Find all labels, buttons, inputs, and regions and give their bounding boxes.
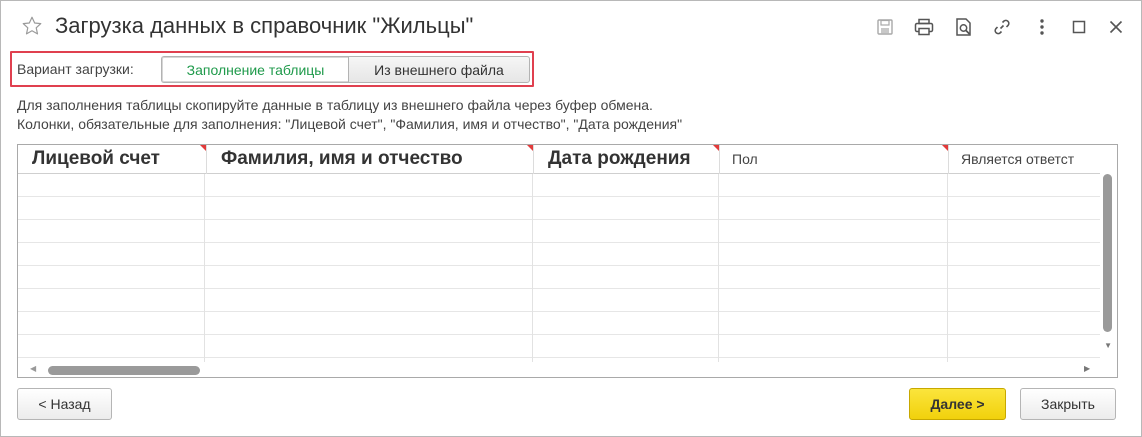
table-header: Лицевой счет Фамилия, имя и отчество Дат… xyxy=(18,145,1102,174)
variant-label: Вариант загрузки: xyxy=(17,61,134,77)
column-header-label: Лицевой счет xyxy=(32,148,160,169)
horizontal-scrollbar[interactable]: ◀ ▶ xyxy=(18,362,1117,377)
variant-option-external-file[interactable]: Из внешнего файла xyxy=(348,56,530,83)
back-button[interactable]: < Назад xyxy=(17,388,112,420)
vertical-scrollbar[interactable]: ▼ xyxy=(1100,145,1117,363)
save-icon[interactable] xyxy=(874,16,896,38)
column-header-label: Пол xyxy=(732,151,758,167)
scroll-left-arrow-icon[interactable]: ◀ xyxy=(30,364,36,373)
column-header-responsible[interactable]: Является ответст xyxy=(949,145,1102,174)
data-table[interactable]: Лицевой счет Фамилия, имя и отчество Дат… xyxy=(17,144,1118,378)
scroll-right-arrow-icon[interactable]: ▶ xyxy=(1084,364,1090,373)
more-icon[interactable] xyxy=(1031,16,1053,38)
table-row[interactable] xyxy=(18,243,1102,266)
scroll-down-arrow-icon[interactable]: ▼ xyxy=(1104,341,1112,350)
required-marker-icon xyxy=(527,145,533,151)
column-header-full-name[interactable]: Фамилия, имя и отчество xyxy=(207,145,534,174)
required-marker-icon xyxy=(200,145,206,151)
column-header-label: Фамилия, имя и отчество xyxy=(221,148,463,169)
column-header-label: Дата рождения xyxy=(548,148,691,169)
table-row[interactable] xyxy=(18,220,1102,243)
next-button[interactable]: Далее > xyxy=(909,388,1006,420)
column-divider xyxy=(718,174,719,363)
table-row[interactable] xyxy=(18,266,1102,289)
close-button[interactable]: Закрыть xyxy=(1020,388,1116,420)
info-text-line-2: Колонки, обязательные для заполнения: "Л… xyxy=(17,116,683,132)
column-header-account[interactable]: Лицевой счет xyxy=(18,145,207,174)
window-title: Загрузка данных в справочник "Жильцы" xyxy=(55,13,474,38)
table-row[interactable] xyxy=(18,312,1102,335)
maximize-icon[interactable] xyxy=(1068,16,1090,38)
print-icon[interactable] xyxy=(913,16,935,38)
import-window: Загрузка данных в справочник "Жильцы" Ва… xyxy=(0,0,1142,437)
column-divider xyxy=(204,174,205,363)
variant-option-fill-table[interactable]: Заполнение таблицы xyxy=(161,56,349,83)
info-text-line-1: Для заполнения таблицы скопируйте данные… xyxy=(17,97,653,113)
star-icon[interactable] xyxy=(21,15,43,37)
preview-icon[interactable] xyxy=(953,16,975,38)
table-row[interactable] xyxy=(18,289,1102,312)
column-header-gender[interactable]: Пол xyxy=(720,145,949,174)
vertical-scroll-thumb[interactable] xyxy=(1103,174,1112,332)
table-row[interactable] xyxy=(18,335,1102,358)
column-header-label: Является ответст xyxy=(961,151,1075,167)
required-marker-icon xyxy=(942,145,948,151)
table-row[interactable] xyxy=(18,174,1102,197)
close-icon[interactable] xyxy=(1105,16,1127,38)
horizontal-scroll-thumb[interactable] xyxy=(48,366,200,375)
required-marker-icon xyxy=(713,145,719,151)
column-divider xyxy=(532,174,533,363)
table-row[interactable] xyxy=(18,197,1102,220)
column-header-birth-date[interactable]: Дата рождения xyxy=(534,145,720,174)
link-icon[interactable] xyxy=(991,16,1013,38)
column-divider xyxy=(947,174,948,363)
